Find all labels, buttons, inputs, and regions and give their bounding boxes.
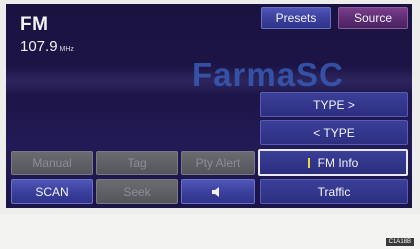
fm-info-label: FM Info <box>317 155 359 170</box>
frequency-value: 107.9 <box>20 38 58 55</box>
fm-info-button[interactable]: FM Info <box>258 149 408 176</box>
audio-screen: FM 107.9 MHz Presets Source TYPE > < TYPE… <box>6 4 412 208</box>
display-bezel: FM 107.9 MHz Presets Source TYPE > < TYPE… <box>0 0 420 214</box>
speaker-icon <box>212 186 219 197</box>
source-button[interactable]: Source <box>338 7 408 29</box>
mute-button[interactable] <box>181 179 255 204</box>
presets-button[interactable]: Presets <box>261 7 331 29</box>
tag-button[interactable]: Tag <box>96 151 178 175</box>
watermark: FarmaSC <box>192 56 344 93</box>
active-indicator-icon <box>307 157 310 168</box>
frequency-unit: MHz <box>59 46 74 53</box>
radio-frequency: 107.9 MHz <box>20 38 74 55</box>
seek-button[interactable]: Seek <box>96 179 178 204</box>
manual-button[interactable]: Manual <box>11 151 93 175</box>
traffic-button[interactable]: Traffic <box>260 179 408 204</box>
scan-button[interactable]: SCAN <box>11 179 93 204</box>
pty-alert-button[interactable]: Pty Alert <box>181 151 255 175</box>
image-code: C1A18B <box>385 238 414 246</box>
type-prev-button[interactable]: < TYPE <box>260 120 408 145</box>
radio-mode: FM <box>20 14 49 35</box>
type-next-button[interactable]: TYPE > <box>260 92 408 117</box>
